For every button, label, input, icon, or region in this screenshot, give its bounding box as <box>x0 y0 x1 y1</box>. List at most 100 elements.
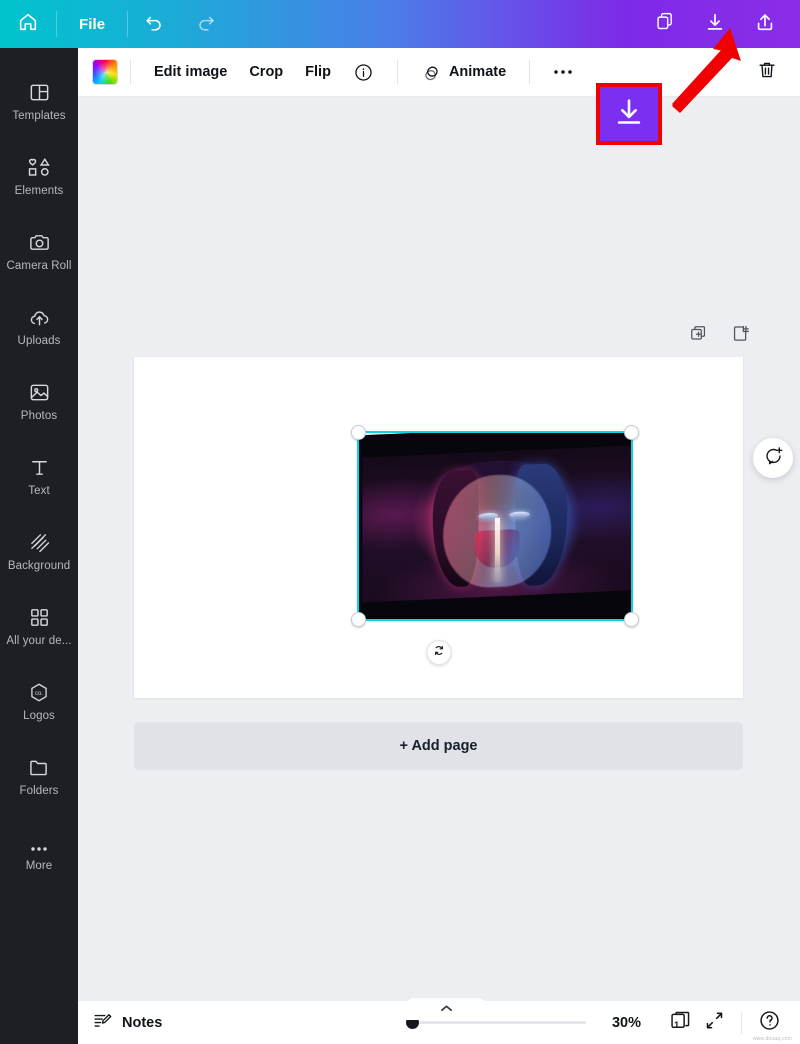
info-icon <box>353 62 374 83</box>
sidebar-item-label: Elements <box>14 184 64 197</box>
canva-editor-window: File Templates Elements Camera Roll Uplo… <box>0 0 800 1044</box>
sidebar-item-photos[interactable]: Photos <box>0 362 78 437</box>
color-swatch[interactable] <box>92 59 118 85</box>
sidebar-item-all-your-designs[interactable]: All your de... <box>0 587 78 662</box>
add-page-bar[interactable]: + Add page <box>134 722 743 770</box>
resize-handle-top-right[interactable] <box>624 425 639 440</box>
left-sidebar: Templates Elements Camera Roll Uploads P <box>0 48 78 1044</box>
resize-handle-top-left[interactable] <box>351 425 366 440</box>
sidebar-item-label: Photos <box>20 409 58 422</box>
light-blade <box>494 517 500 582</box>
neon-portrait-photo <box>359 433 631 619</box>
rotate-handle-icon <box>431 643 446 663</box>
sidebar-item-label: All your de... <box>6 634 72 647</box>
photo-content <box>362 445 631 603</box>
canvas-area: + Add page <box>78 97 800 1000</box>
zoom-slider-track[interactable] <box>418 1021 586 1024</box>
help-icon <box>758 1009 781 1037</box>
sidebar-item-label: Text <box>28 484 50 497</box>
share-button[interactable] <box>740 0 790 48</box>
sidebar-item-label: Background <box>7 559 71 572</box>
sidebar-item-label: Logos <box>23 709 55 722</box>
background-hatch-icon <box>28 528 51 554</box>
divider <box>741 1011 742 1034</box>
download-icon <box>612 95 646 134</box>
help-button[interactable] <box>752 1006 786 1040</box>
add-page-icon <box>731 324 750 348</box>
top-bar-actions <box>640 0 800 48</box>
animate-label: Animate <box>448 64 507 80</box>
sidebar-item-label: Uploads <box>17 334 61 347</box>
download-button[interactable] <box>690 0 740 48</box>
sidebar-item-folders[interactable]: Folders <box>0 737 78 812</box>
undo-icon <box>143 11 165 38</box>
collapse-panel-button[interactable] <box>404 998 488 1020</box>
add-comment-button[interactable] <box>753 438 793 478</box>
elements-icon <box>27 153 52 179</box>
undo-button[interactable] <box>128 0 180 48</box>
duplicate-button[interactable] <box>640 0 690 48</box>
design-page[interactable] <box>134 357 743 698</box>
selected-image-frame[interactable] <box>351 425 639 627</box>
page-tools <box>687 325 751 347</box>
file-menu-button[interactable]: File <box>57 0 127 48</box>
sidebar-item-label: Folders <box>19 784 59 797</box>
trash-icon <box>756 59 778 86</box>
resize-handle-bottom-right[interactable] <box>624 612 639 627</box>
sidebar-item-uploads[interactable]: Uploads <box>0 287 78 362</box>
page-count-button[interactable]: 1 <box>663 1006 697 1040</box>
download-icon <box>704 11 726 38</box>
watermark-text: www.douaq.com <box>752 1036 792 1042</box>
more-options-button[interactable] <box>542 55 584 89</box>
divider <box>529 60 531 84</box>
sidebar-item-label: Templates <box>12 109 66 122</box>
add-page-button[interactable] <box>729 325 751 347</box>
edit-image-button[interactable]: Edit image <box>143 55 238 89</box>
info-button[interactable] <box>342 55 385 89</box>
top-bar: File <box>0 0 800 48</box>
sidebar-item-text[interactable]: Text <box>0 437 78 512</box>
object-toolbar: Edit image Crop Flip Animate <box>78 48 800 97</box>
text-t-icon <box>28 453 51 479</box>
sidebar-item-templates[interactable]: Templates <box>0 62 78 137</box>
svg-text:co.: co. <box>35 690 43 696</box>
notes-icon <box>92 1010 113 1036</box>
image-clip <box>359 433 631 619</box>
annotation-download-badge[interactable] <box>596 83 662 145</box>
share-upload-icon <box>754 11 776 38</box>
divider <box>130 60 131 84</box>
flip-button[interactable]: Flip <box>294 55 342 89</box>
templates-icon <box>28 78 51 104</box>
notes-label: Notes <box>122 1014 163 1031</box>
home-icon <box>17 11 39 38</box>
more-dots-icon <box>27 828 51 854</box>
sidebar-item-background[interactable]: Background <box>0 512 78 587</box>
duplicate-icon <box>655 11 676 37</box>
crop-button[interactable]: Crop <box>238 55 294 89</box>
animate-icon <box>421 62 442 83</box>
home-button[interactable] <box>0 0 56 48</box>
zoom-level-label: 30% <box>611 1014 641 1031</box>
sidebar-item-logos[interactable]: co. Logos <box>0 662 78 737</box>
grid-squares-icon <box>28 603 51 629</box>
delete-button[interactable] <box>748 53 786 91</box>
chevron-up-icon <box>440 1000 453 1018</box>
logo-hex-icon: co. <box>27 678 51 704</box>
redo-button[interactable] <box>180 0 232 48</box>
duplicate-page-button[interactable] <box>687 325 709 347</box>
sidebar-item-elements[interactable]: Elements <box>0 137 78 212</box>
rotate-handle[interactable] <box>426 640 451 665</box>
sidebar-item-more[interactable]: More <box>0 812 78 887</box>
folder-icon <box>27 753 51 779</box>
fullscreen-button[interactable] <box>697 1006 731 1040</box>
duplicate-page-icon <box>689 324 708 348</box>
redo-icon <box>195 11 217 38</box>
animate-button[interactable]: Animate <box>410 55 517 89</box>
page-count-icon <box>669 1009 692 1037</box>
notes-button[interactable]: Notes <box>92 1010 162 1036</box>
sidebar-item-label: More <box>25 859 53 872</box>
photo-icon <box>28 378 51 404</box>
sidebar-item-camera-roll[interactable]: Camera Roll <box>0 212 78 287</box>
resize-handle-bottom-left[interactable] <box>351 612 366 627</box>
more-dots-icon <box>553 68 573 76</box>
